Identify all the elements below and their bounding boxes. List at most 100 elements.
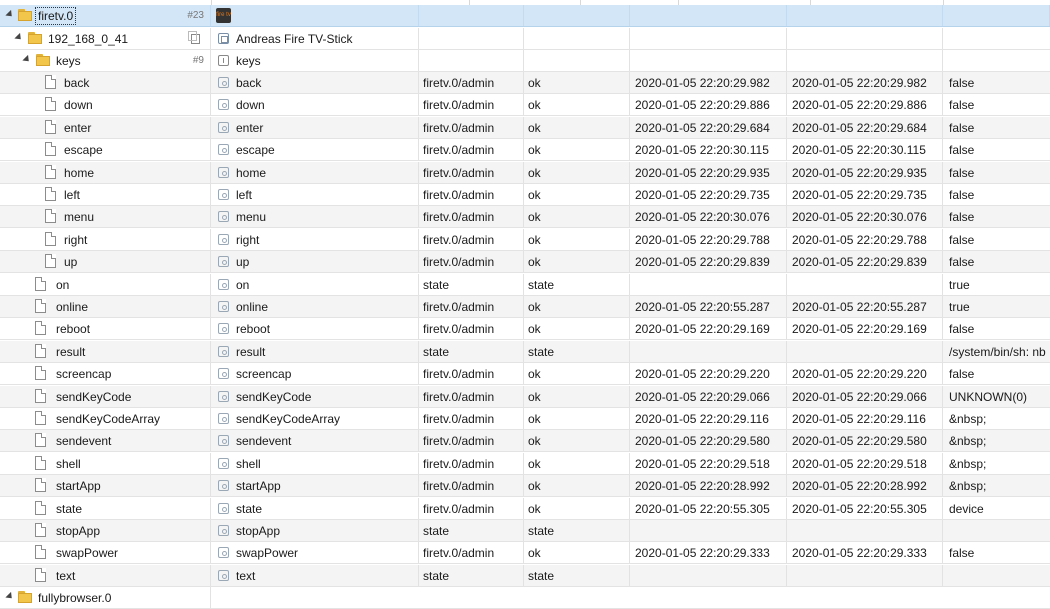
name-cell: up <box>211 251 419 273</box>
name-cell: screencap <box>211 363 419 385</box>
table-row[interactable]: sendevent sendevent firetv.0/admin ok 2020-0… <box>0 430 1050 453</box>
id-cell: home <box>0 161 211 183</box>
type-cell: ok <box>524 116 630 138</box>
table-row[interactable]: reboot reboot firetv.0/admin ok 2020-01-05 2… <box>0 318 1050 341</box>
state-icon <box>218 569 229 581</box>
timestamp-cell <box>630 340 787 362</box>
last-change-cell: 2020-01-05 22:20:55.287 <box>787 296 943 317</box>
table-row[interactable]: startApp startApp firetv.0/admin ok 2020-01-… <box>0 475 1050 498</box>
id-cell: escape <box>0 139 211 161</box>
state-name: left <box>236 188 253 202</box>
table-row[interactable]: shell shell firetv.0/admin ok 2020-01-05 22:… <box>0 452 1050 475</box>
tree-row-device[interactable]: 192_168_0_41 Andreas Fire TV-Stick <box>0 28 1050 50</box>
timestamp-cell: 2020-01-05 22:20:29.333 <box>630 542 787 564</box>
table-row[interactable]: down down firetv.0/admin ok 2020-01-05 22:20… <box>0 94 1050 117</box>
table-row[interactable]: result result state state/system/bin/sh: nb <box>0 340 1050 363</box>
state-id: up <box>64 255 78 270</box>
id-cell: back <box>0 72 211 93</box>
table-row[interactable]: home home firetv.0/admin ok 2020-01-05 22:20… <box>0 161 1050 184</box>
table-row[interactable]: text text state state <box>0 564 1050 587</box>
role-cell: firetv.0/admin <box>419 542 524 564</box>
table-row[interactable]: escape escape firetv.0/admin ok 2020-01-05 2… <box>0 139 1050 162</box>
expand-toggle-icon[interactable] <box>14 32 24 43</box>
value-cell: &nbsp; <box>949 456 987 471</box>
timestamp-cell: 2020-01-05 22:20:29.684 <box>630 116 787 138</box>
last-change-cell <box>787 273 943 295</box>
child-count: #23 <box>187 10 204 21</box>
type-cell: state <box>524 520 630 541</box>
file-icon <box>45 231 56 246</box>
role-cell: firetv.0/admin <box>419 206 524 228</box>
value-cell: &nbsp; <box>949 412 987 426</box>
id-cell: 192_168_0_41 <box>0 28 211 49</box>
table-row[interactable]: back back firetv.0/admin ok 2020-01-05 22:20… <box>0 72 1050 94</box>
table-row[interactable]: up up firetv.0/admin ok 2020-01-05 22:20:29.… <box>0 251 1050 274</box>
state-name: state <box>236 501 263 516</box>
last-change-cell: 2020-01-05 22:20:30.076 <box>787 206 943 228</box>
state-name: right <box>236 232 260 247</box>
role-cell: firetv.0/admin <box>419 72 524 93</box>
table-row[interactable]: stopApp stopApp state state <box>0 520 1050 542</box>
id-cell: menu <box>0 206 211 228</box>
table-row[interactable]: menu menu firetv.0/admin ok 2020-01-05 22:20… <box>0 206 1050 229</box>
state-icon <box>218 525 229 536</box>
state-icon <box>218 547 229 559</box>
file-icon <box>45 97 56 112</box>
state-id: result <box>56 344 86 359</box>
value-cell: false <box>949 232 975 247</box>
file-icon <box>45 75 56 89</box>
file-icon <box>45 119 56 134</box>
type-cell: ok <box>524 94 630 116</box>
state-id: left <box>64 188 81 202</box>
state-name: text <box>236 568 256 583</box>
table-row[interactable]: enter enter firetv.0/admin ok 2020-01-05 22:… <box>0 116 1050 139</box>
adapter-name: fullybrowser.0 <box>38 591 112 605</box>
folder-icon <box>27 32 43 45</box>
expand-toggle-icon[interactable] <box>22 54 32 65</box>
state-name: online <box>236 300 269 314</box>
name-cell: sendevent <box>211 430 419 452</box>
expand-toggle-icon[interactable] <box>5 9 15 20</box>
table-row[interactable]: screencap screencap firetv.0/admin ok 2020-0… <box>0 363 1050 386</box>
type-cell: ok <box>524 251 630 273</box>
id-cell: up <box>0 251 211 273</box>
table-row[interactable]: right right firetv.0/admin ok 2020-01-05 22:… <box>0 228 1050 251</box>
id-cell: screencap <box>0 363 211 385</box>
id-cell: online <box>0 296 211 317</box>
value-cell <box>943 565 1050 586</box>
table-row[interactable]: sendKeyCodeArray sendKeyCodeArray firetv.0… <box>0 408 1050 430</box>
folder-icon <box>17 591 33 604</box>
tree-row-root[interactable]: firetv.0 #23 fire tv <box>0 5 1050 27</box>
role-cell: firetv.0/admin <box>419 430 524 452</box>
last-change-cell: 2020-01-05 22:20:29.886 <box>787 94 943 116</box>
id-cell: shell <box>0 452 211 474</box>
table-row[interactable]: online online firetv.0/admin ok 2020-01-05 2… <box>0 296 1050 318</box>
value-cell: false <box>949 210 975 225</box>
state-id: stopApp <box>56 524 101 538</box>
copy-icon[interactable] <box>188 31 200 44</box>
id-cell: down <box>0 94 211 116</box>
id-cell: sendevent <box>0 430 211 452</box>
last-change-cell: 2020-01-05 22:20:55.305 <box>787 497 943 519</box>
table-row[interactable]: state state firetv.0/admin ok 2020-01-05 22:… <box>0 497 1050 520</box>
state-id: swapPower <box>56 546 119 561</box>
table-row[interactable]: swapPower swapPower firetv.0/admin ok 2020-0… <box>0 542 1050 565</box>
last-change-cell: 2020-01-05 22:20:29.580 <box>787 430 943 452</box>
state-id: online <box>56 300 89 314</box>
timestamp-cell: 2020-01-05 22:20:55.305 <box>630 497 787 519</box>
state-name: sendevent <box>236 434 292 449</box>
role-cell: firetv.0/admin <box>419 184 524 205</box>
table-row[interactable]: sendKeyCode sendKeyCode firetv.0/admin ok 20… <box>0 385 1050 408</box>
state-id: startApp <box>56 479 101 494</box>
tree-row-next-adapter[interactable]: fullybrowser.0 <box>0 587 1050 609</box>
tree-row-keys[interactable]: keys #9 keys <box>0 50 1050 72</box>
value-cell: &nbsp; <box>949 479 987 494</box>
table-row[interactable]: on on state state true <box>0 273 1050 296</box>
last-change-cell: 2020-01-05 22:20:29.518 <box>787 452 943 474</box>
expand-toggle-icon[interactable] <box>5 591 15 602</box>
id-cell: swapPower <box>0 542 211 564</box>
table-row[interactable]: left left firetv.0/admin ok 2020-01-05 22:20… <box>0 184 1050 206</box>
state-name: screencap <box>236 367 292 382</box>
last-change-cell: 2020-01-05 22:20:29.684 <box>787 116 943 138</box>
type-cell: state <box>524 273 630 295</box>
